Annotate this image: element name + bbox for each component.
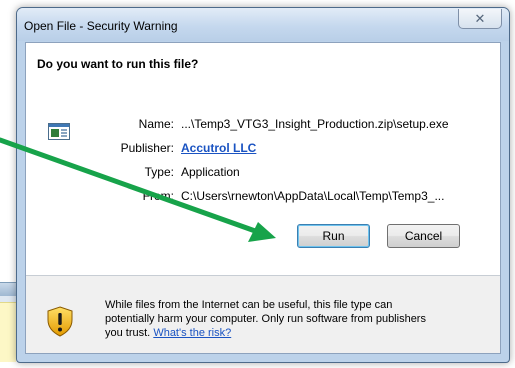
field-value-from: C:\Users\rnewton\AppData\Local\Temp\Temp… [181,189,445,203]
field-value-name: ...\Temp3_VTG3_Insight_Production.zip\se… [181,117,449,131]
warning-message: While files from the Internet can be use… [105,298,435,340]
field-label-name: Name: [138,117,174,131]
whats-the-risk-link[interactable]: What's the risk? [153,327,231,339]
background-app-toolbar [0,282,16,296]
field-label-from: From: [142,189,174,203]
field-value-type: Application [181,165,240,179]
close-button[interactable]: ✕ [458,9,502,29]
dialog-question: Do you want to run this file? [37,57,199,71]
field-row-from: From: C:\Users\rnewton\AppData\Local\Tem… [26,189,496,207]
cancel-button[interactable]: Cancel [387,224,460,248]
title-bar[interactable]: Open File - Security Warning ✕ [17,8,509,41]
shield-warning-icon [47,306,73,337]
close-icon: ✕ [474,10,486,26]
security-warning-dialog: Open File - Security Warning ✕ Do you wa… [16,7,510,363]
background-app-panel [0,302,16,362]
run-button[interactable]: Run [297,224,370,248]
field-label-type: Type: [144,165,174,179]
warning-footer: While files from the Internet can be use… [26,276,500,353]
field-label-publisher: Publisher: [120,141,174,155]
field-row-publisher: Publisher: Accutrol LLC [26,141,496,159]
field-row-name: Name: ...\Temp3_VTG3_Insight_Production.… [26,117,496,135]
dialog-content: Do you want to run this file? Name: ...\… [25,42,501,354]
window-title: Open File - Security Warning [24,19,178,33]
field-row-type: Type: Application [26,165,496,183]
publisher-link[interactable]: Accutrol LLC [181,141,256,155]
